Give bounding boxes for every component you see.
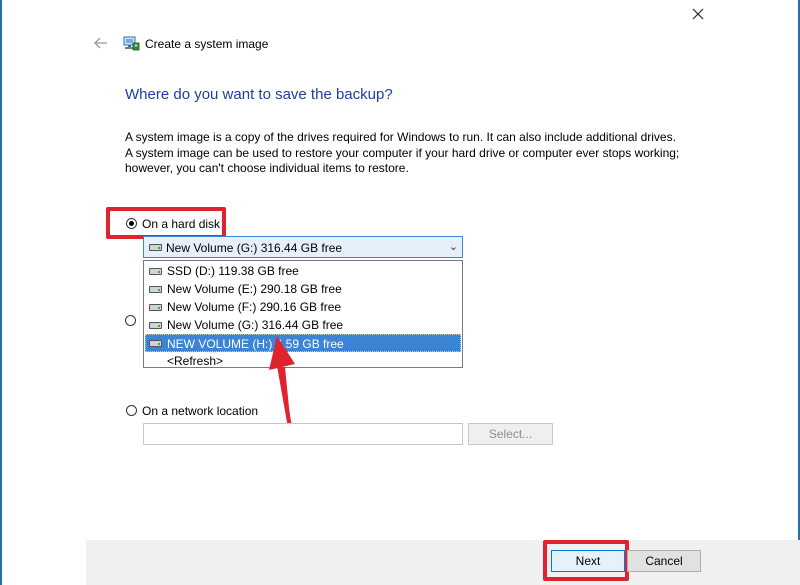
drive-icon	[149, 322, 162, 329]
close-icon	[692, 8, 704, 20]
back-button[interactable]	[90, 33, 112, 53]
dropdown-item-label: New Volume (E:) 290.18 GB free	[167, 282, 342, 296]
dropdown-item[interactable]: New Volume (F:) 290.16 GB free	[145, 298, 461, 316]
dropdown-item-label: SSD (D:) 119.38 GB free	[167, 264, 299, 278]
backup-icon	[123, 36, 140, 51]
select-button[interactable]: Select...	[468, 423, 553, 445]
dvd-radio[interactable]	[125, 315, 136, 326]
network-radio[interactable]	[126, 405, 137, 416]
drive-icon	[149, 244, 162, 251]
close-button[interactable]	[684, 2, 712, 26]
dropdown-item-label: <Refresh>	[167, 354, 224, 368]
window-frame-left	[0, 0, 2, 585]
dropdown-item-label: New Volume (F:) 290.16 GB free	[167, 300, 342, 314]
page-heading: Where do you want to save the backup?	[125, 86, 393, 103]
network-location-input[interactable]	[143, 423, 463, 445]
dropdown-item[interactable]: SSD (D:) 119.38 GB free	[145, 262, 461, 280]
drive-icon	[149, 340, 162, 347]
drive-select[interactable]: New Volume (G:) 316.44 GB free ⌄	[143, 236, 463, 258]
next-button[interactable]: Next	[551, 550, 625, 572]
hard-disk-radio[interactable]	[126, 218, 137, 229]
drive-select-value: New Volume (G:) 316.44 GB free	[166, 241, 343, 255]
description-text: A system image is a copy of the drives r…	[125, 130, 680, 175]
dropdown-item[interactable]: New Volume (E:) 290.18 GB free	[145, 280, 461, 298]
hard-disk-label[interactable]: On a hard disk	[142, 217, 220, 231]
chevron-down-icon: ⌄	[448, 241, 458, 253]
drive-icon	[149, 304, 162, 311]
drive-icon	[149, 286, 162, 293]
back-arrow-icon	[94, 37, 107, 49]
drive-icon	[149, 268, 162, 275]
arrow-annotation-icon	[269, 336, 295, 428]
cancel-button[interactable]: Cancel	[627, 550, 701, 572]
window-title: Create a system image	[145, 37, 269, 51]
network-label[interactable]: On a network location	[142, 404, 258, 418]
